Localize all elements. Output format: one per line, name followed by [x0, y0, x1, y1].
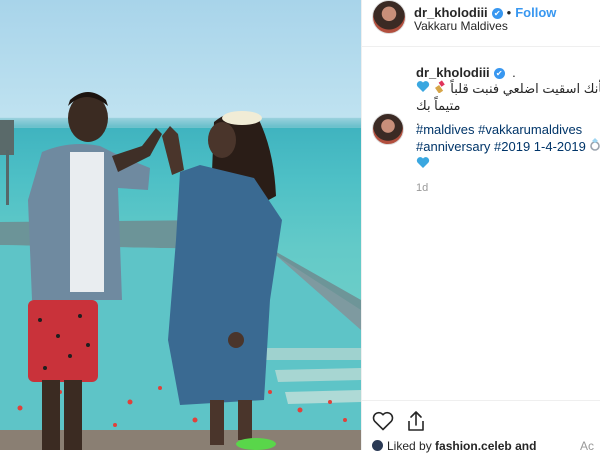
caption-dot: . [512, 65, 516, 80]
post-header: dr_kholodiii ✔ • Follow Vakkaru Maldives [362, 0, 600, 47]
liked-by-user[interactable]: fashion.celeb [435, 439, 512, 453]
hashtag-block: #maldives #vakkarumaldives #anniversary … [416, 121, 600, 194]
location-link[interactable]: Vakkaru Maldives [414, 19, 508, 33]
hashtag-line-1[interactable]: #maldives #vakkarumaldives [416, 121, 600, 138]
liked-by-suffix[interactable]: and [515, 439, 536, 453]
heart-outline-icon[interactable] [372, 411, 394, 436]
caption-line-1: و كأنك اسقيت اضلعي فنبت قلباً [416, 80, 600, 97]
post-actions-bar: Liked by fashion.celeb and Ac [362, 400, 600, 453]
post-photo[interactable] [0, 0, 361, 450]
caption-arabic-line-2: متيماً بك [416, 98, 461, 113]
liked-by-prefix: Liked by [387, 439, 432, 453]
comment-avatar[interactable] [372, 113, 404, 145]
verified-badge-icon: ✔ [491, 8, 503, 19]
caption-line-2: متيماً بك [416, 97, 596, 114]
liked-by-row: Liked by fashion.celeb and [372, 439, 536, 453]
hashtag-line-2: #anniversary #2019 1-4-2019 [416, 138, 600, 155]
avatar[interactable] [372, 0, 406, 34]
liker-avatar[interactable] [372, 440, 383, 451]
post-side-panel: dr_kholodiii ✔ • Follow Vakkaru Maldives dr… [362, 0, 600, 453]
follow-button[interactable]: Follow [515, 5, 556, 20]
comment-time-ago[interactable]: 1d [416, 182, 600, 194]
hashtag-line-3 [416, 156, 600, 174]
caption-username[interactable]: dr_kholodiii [416, 65, 490, 80]
caption-arabic-line-1: و كأنك اسقيت اضلعي فنبت قلباً [450, 81, 600, 96]
header-separator: • [506, 5, 512, 20]
hashtag-anniversary-text[interactable]: #anniversary #2019 1-4-2019 [416, 139, 586, 154]
add-comment-input[interactable]: Ac [580, 439, 594, 453]
blue-heart-emoji-icon [416, 156, 430, 173]
lipstick-emoji-icon [434, 80, 451, 96]
blue-heart-emoji-icon [416, 81, 434, 96]
woman-figure [162, 111, 282, 450]
ring-emoji-icon [589, 138, 600, 154]
header-username[interactable]: dr_kholodiii [414, 5, 488, 20]
verified-badge-icon: ✔ [493, 68, 505, 79]
share-icon[interactable] [406, 410, 426, 437]
photo-scene [0, 92, 361, 450]
